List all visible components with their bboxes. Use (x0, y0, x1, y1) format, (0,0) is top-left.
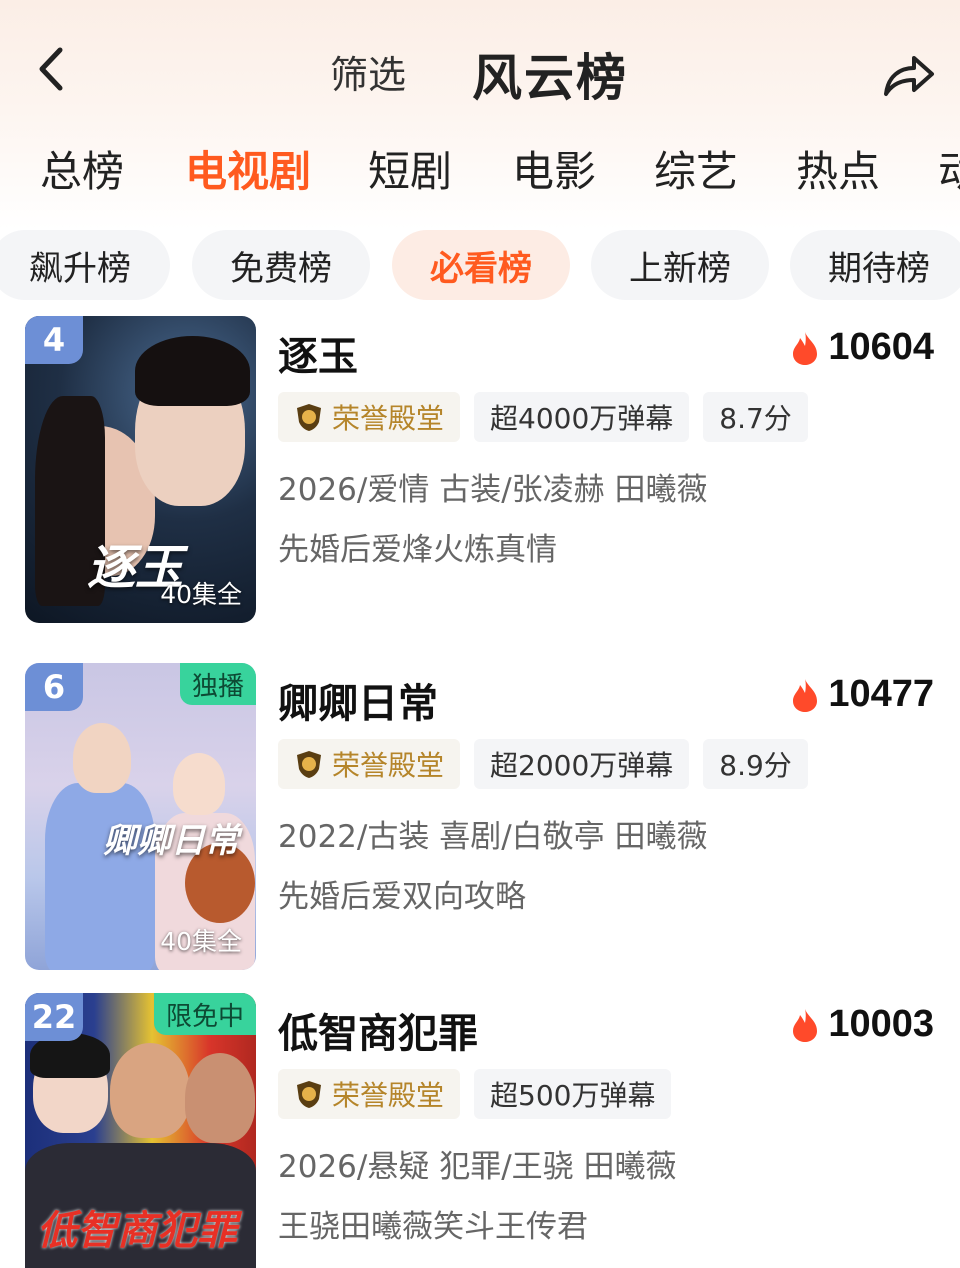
tab-tv-series[interactable]: 电视剧 (185, 138, 311, 198)
heat-score: 10477 (790, 673, 934, 716)
page-title: 风云榜 (472, 49, 628, 107)
shield-badge-icon (297, 751, 321, 778)
item-meta: 2026/悬疑 犯罪/王骁 田曦薇 (278, 1149, 677, 1185)
list-item[interactable]: 卿卿日常 6 独播 40集全 卿卿日常 10477 荣誉殿堂 超2000万弹幕 … (0, 663, 960, 973)
poster-title-art: 低智商犯罪 (37, 1207, 237, 1254)
sub-tabs: 飙升榜 免费榜 必看榜 上新榜 期待榜 (0, 230, 960, 302)
danmaku-tag: 超4000万弹幕 (474, 392, 690, 442)
rank-badge: 6 (25, 663, 83, 711)
tab-short-drama[interactable]: 短剧 (368, 138, 452, 198)
item-description: 先婚后爱双向攻略 (278, 879, 526, 915)
tab-anime[interactable]: 动 (938, 138, 960, 198)
flame-icon (793, 1008, 818, 1042)
subtab-free[interactable]: 免费榜 (192, 230, 370, 300)
poster[interactable]: 低智商犯罪 22 限免中 (25, 993, 256, 1268)
chevron-left-icon (39, 47, 63, 91)
subtab-new[interactable]: 上新榜 (591, 230, 769, 300)
shield-badge-icon (297, 1081, 321, 1108)
tab-movie[interactable]: 电影 (512, 138, 596, 198)
top-bar: 筛选 风云榜 (0, 0, 960, 130)
share-button[interactable] (878, 48, 938, 100)
item-description: 先婚后爱烽火炼真情 (278, 532, 557, 568)
exclusive-tag: 独播 (179, 663, 256, 705)
poster-title-art: 卿卿日常 (103, 821, 239, 861)
heat-value: 10477 (828, 673, 934, 715)
episode-count: 40集全 (160, 927, 242, 956)
honor-label: 荣誉殿堂 (332, 402, 445, 435)
item-meta: 2026/爱情 古装/张凌赫 田曦薇 (278, 472, 708, 508)
flame-icon (793, 331, 818, 365)
heat-score: 10003 (790, 1003, 934, 1046)
rank-badge: 22 (25, 993, 83, 1041)
list-item[interactable]: 低智商犯罪 22 限免中 低智商犯罪 10003 荣誉殿堂 超500万弹幕 20… (0, 993, 960, 1268)
item-description: 王骁田曦薇笑斗王传君 (278, 1209, 588, 1245)
limited-free-tag: 限免中 (153, 993, 256, 1035)
item-title: 逐玉 (278, 334, 358, 380)
danmaku-tag: 超500万弹幕 (474, 1069, 672, 1119)
rank-badge: 4 (25, 316, 83, 364)
share-arrow-icon (884, 56, 934, 96)
score-tag: 8.7分 (703, 392, 808, 442)
danmaku-tag: 超2000万弹幕 (474, 739, 690, 789)
score-tag: 8.9分 (703, 739, 808, 789)
back-button[interactable] (30, 44, 74, 94)
honor-tag: 荣誉殿堂 (278, 1069, 461, 1119)
list-item[interactable]: 逐玉 4 40集全 逐玉 10604 荣誉殿堂 超4000万弹幕 8.7分 20… (0, 316, 960, 626)
tag-row: 荣誉殿堂 超2000万弹幕 8.9分 (278, 739, 808, 789)
poster[interactable]: 逐玉 4 40集全 (25, 316, 256, 623)
tag-row: 荣誉殿堂 超500万弹幕 (278, 1069, 672, 1119)
item-title: 低智商犯罪 (278, 1011, 478, 1057)
honor-tag: 荣誉殿堂 (278, 392, 461, 442)
tab-overall[interactable]: 总榜 (40, 138, 124, 198)
tab-variety[interactable]: 综艺 (654, 138, 738, 198)
filter-button[interactable]: 筛选 (330, 44, 406, 99)
honor-label: 荣誉殿堂 (332, 1079, 445, 1112)
flame-icon (793, 678, 818, 712)
honor-tag: 荣誉殿堂 (278, 739, 461, 789)
subtab-must-watch[interactable]: 必看榜 (392, 230, 570, 300)
heat-score: 10604 (790, 326, 934, 369)
subtab-anticipated[interactable]: 期待榜 (790, 230, 960, 300)
shield-badge-icon (297, 404, 321, 431)
episode-count: 40集全 (160, 580, 242, 609)
heat-value: 10604 (828, 326, 934, 368)
poster[interactable]: 卿卿日常 6 独播 40集全 (25, 663, 256, 970)
item-title: 卿卿日常 (278, 681, 438, 727)
category-tabs: 总榜 电视剧 短剧 电影 综艺 热点 动 (0, 138, 960, 198)
tag-row: 荣誉殿堂 超4000万弹幕 8.7分 (278, 392, 808, 442)
honor-label: 荣誉殿堂 (332, 749, 445, 782)
heat-value: 10003 (828, 1003, 934, 1045)
subtab-rising[interactable]: 飙升榜 (0, 230, 170, 300)
item-meta: 2022/古装 喜剧/白敬亭 田曦薇 (278, 819, 708, 855)
tab-trending[interactable]: 热点 (796, 138, 880, 198)
